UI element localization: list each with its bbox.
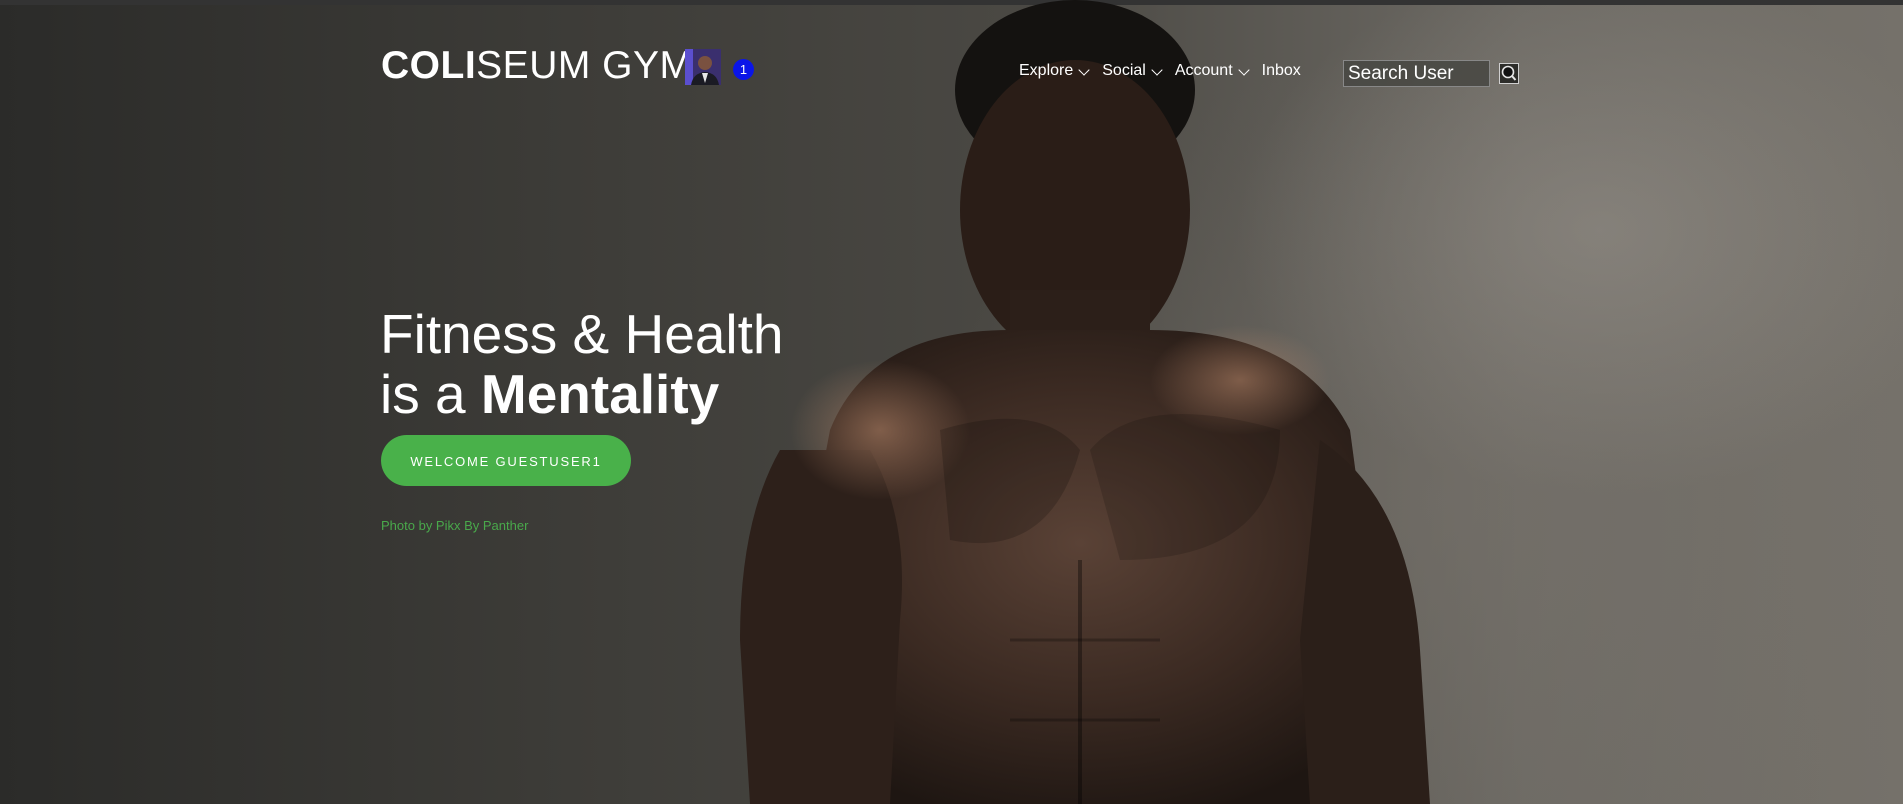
nav-item-label: Account [1174, 62, 1233, 79]
headline-line2-bold: Mentality [480, 363, 720, 425]
nav-item-label: Explore [1019, 62, 1074, 79]
headline-line2-prefix: is a [380, 363, 481, 425]
notification-badge[interactable]: 1 [733, 59, 754, 80]
headline-line1: Fitness & Health [380, 303, 784, 365]
search-user-input[interactable] [1343, 60, 1490, 87]
search-button[interactable] [1499, 63, 1519, 84]
nav-item-explore[interactable]: Explore [1019, 62, 1090, 80]
user-avatar[interactable] [685, 49, 721, 85]
chevron-down-icon [1151, 63, 1163, 76]
chevron-down-icon [1078, 63, 1090, 76]
welcome-button[interactable]: WELCOME GUESTUSER1 [381, 435, 631, 486]
search-icon [1501, 65, 1517, 81]
chevron-down-icon [1237, 63, 1250, 76]
nav-item-label: Social [1102, 62, 1146, 79]
logo-thin-text: SEUM GYM [476, 44, 693, 87]
main-nav: Explore Social Account Inbox [1019, 62, 1315, 80]
nav-item-account[interactable]: Account [1174, 62, 1250, 80]
photo-credit-link[interactable]: Photo by Pikx By Panther [381, 518, 528, 533]
site-logo[interactable]: COLISEUM GYM [381, 44, 693, 88]
hero-background: COLISEUM GYM 1 Explore Social Account In… [0, 0, 1903, 804]
hero-headline: Fitness & Health is a Mentality [380, 304, 784, 424]
logo-bold-text: COLI [381, 44, 477, 87]
hero-athlete-image [740, 0, 1430, 804]
nav-item-inbox[interactable]: Inbox [1262, 62, 1301, 80]
nav-item-social[interactable]: Social [1102, 62, 1163, 80]
nav-item-label: Inbox [1261, 62, 1301, 79]
